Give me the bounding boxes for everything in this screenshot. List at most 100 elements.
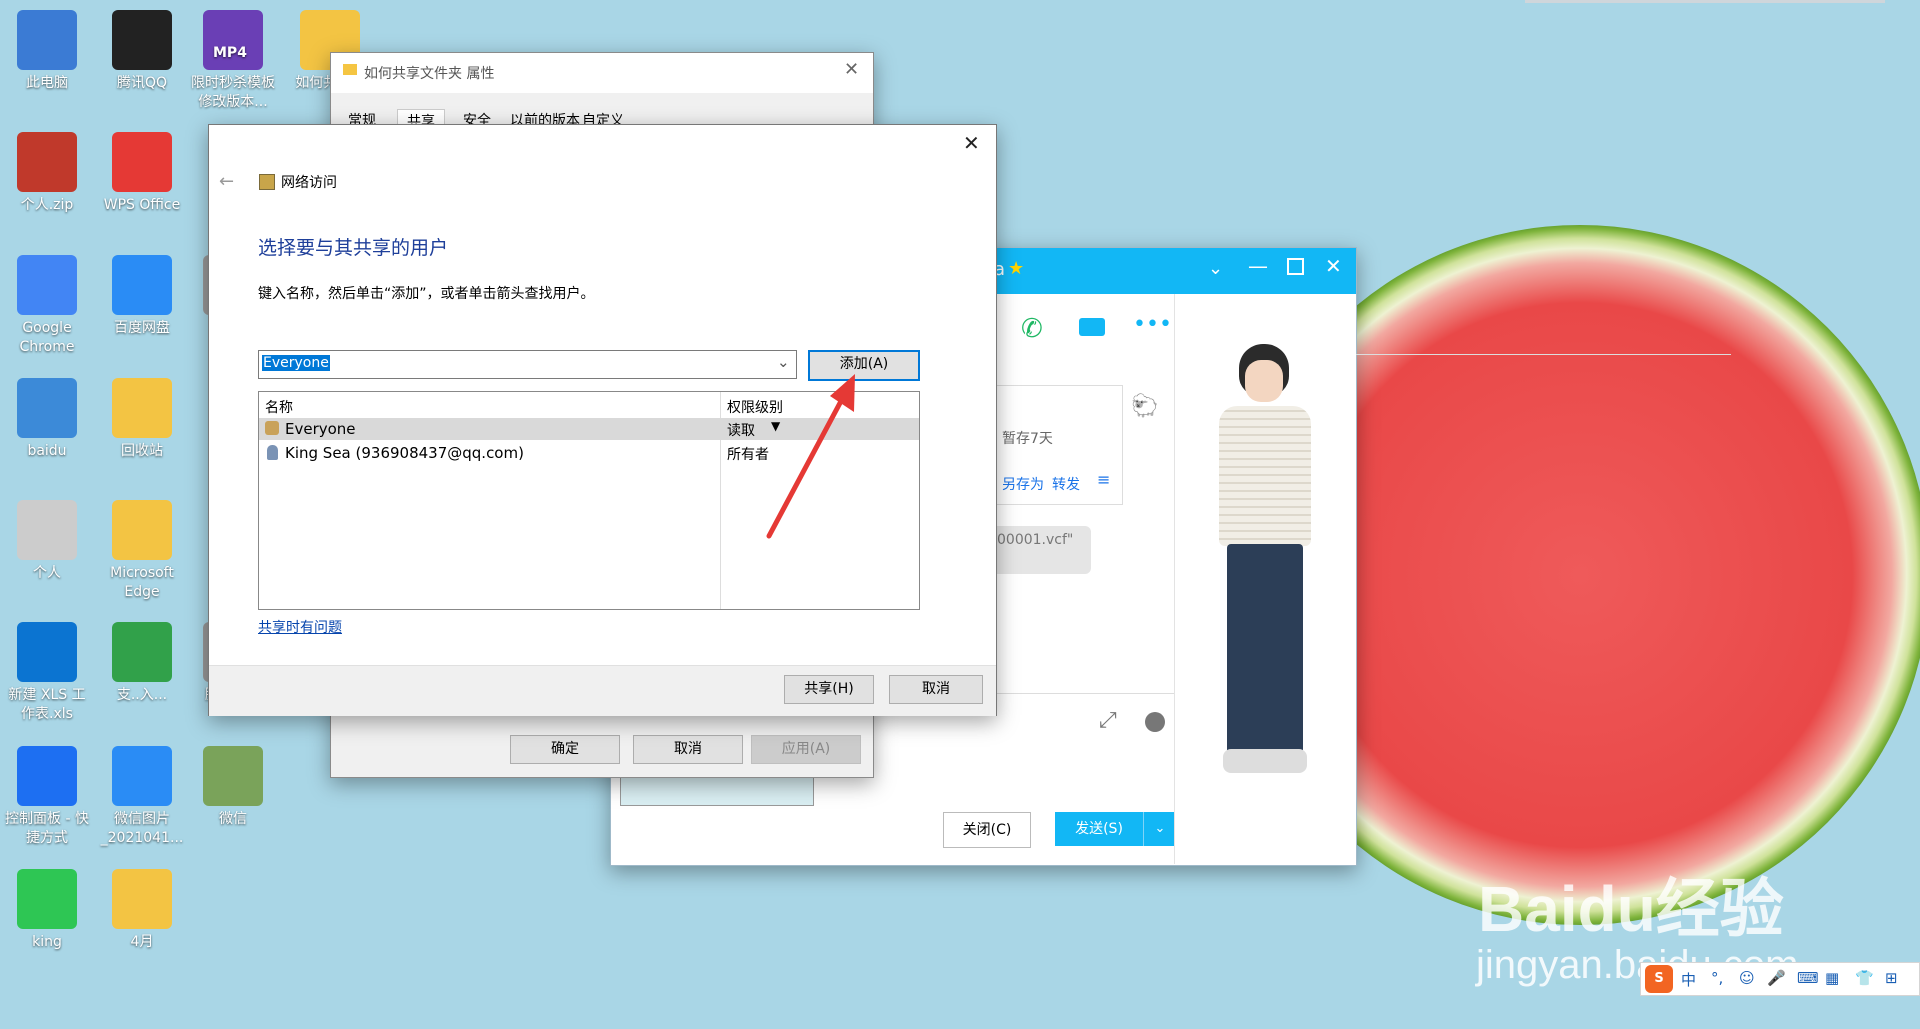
help-link[interactable]: 共享时有问题 (258, 617, 342, 637)
desktop-icon-baidu-netdisk[interactable]: 百度网盘 (97, 255, 187, 338)
desktop-icon-xls-file[interactable]: 新建 XLS 工作表.xls (2, 622, 92, 724)
wechat-icon (203, 746, 263, 806)
back-arrow-icon[interactable]: ← (219, 171, 234, 192)
dialog-instruction: 键入名称，然后单击“添加”，或者单击箭头查找用户。 (258, 286, 595, 302)
network-icon (259, 174, 275, 190)
arrow-head (830, 374, 855, 412)
combobox-chevron-icon[interactable]: ⌄ (777, 353, 790, 371)
desktop-icon-baidu[interactable]: baidu (2, 378, 92, 461)
desktop-icon-microsoft-edge[interactable]: Microsoft Edge (97, 500, 187, 602)
microsoft-edge-icon (112, 500, 172, 560)
tencent-qq-icon (112, 10, 172, 70)
king-icon (17, 869, 77, 929)
desktop-icon-april[interactable]: 4月 (97, 869, 187, 952)
chevron-down-icon[interactable]: ⌄ (1208, 258, 1223, 279)
more-icon[interactable]: ••• (1133, 312, 1172, 337)
desktop-icon-control-panel[interactable]: 控制面板 - 快捷方式 (2, 746, 92, 848)
desktop-icon-google-chrome[interactable]: Google Chrome (2, 255, 92, 357)
desktop-icon-personal-zip[interactable]: 个人.zip (2, 132, 92, 215)
wps-office-icon (112, 132, 172, 192)
xls-file-icon (17, 622, 77, 682)
history-icon[interactable] (1145, 712, 1165, 732)
punctuation-icon[interactable]: °, (1711, 969, 1723, 987)
forward-link[interactable]: 转发 (1052, 474, 1080, 494)
desktop-icon-this-pc[interactable]: 此电脑 (2, 10, 92, 93)
desktop-icon-label: 此电脑 (26, 75, 68, 91)
personal-icon (17, 500, 77, 560)
top-bar-edge (1525, 0, 1885, 3)
maximize-icon[interactable] (1287, 258, 1304, 275)
desktop-icon-wechat[interactable]: 微信 (188, 746, 278, 829)
desktop-icon-other[interactable]: 支..入... (97, 622, 187, 705)
ok-button[interactable]: 确定 (510, 735, 620, 764)
apply-button[interactable]: 应用(A) (751, 735, 861, 764)
avatar-shirt (1219, 406, 1311, 546)
desktop-icon-label: Microsoft Edge (110, 565, 174, 600)
network-access-dialog: ✕ ← 网络访问 选择要与其共享的用户 键入名称，然后单击“添加”，或者单击箭头… (208, 124, 997, 716)
desktop-icon-label: 百度网盘 (114, 320, 170, 336)
properties-titlebar: 如何共享文件夹 属性 ✕ (331, 53, 873, 93)
mp4-badge: MP4 (213, 45, 247, 61)
arrow-shaft (766, 385, 851, 539)
vcf-text: 00001.vcf" (997, 532, 1074, 548)
desktop-icon-wechat-image[interactable]: 微信图片_2021041... (97, 746, 187, 848)
desktop-icon-label: 限时秒杀模板修改版本... (191, 75, 275, 110)
desktop-icon-label: Google Chrome (19, 320, 75, 355)
watermark-brand: Baidu经验 (1478, 873, 1784, 945)
qq-close-button[interactable]: 关闭(C) (943, 812, 1031, 848)
microphone-icon[interactable]: 🎤 (1767, 969, 1786, 987)
desktop-icon-tencent-qq[interactable]: 腾讯QQ (97, 10, 187, 93)
grid-menu-icon[interactable]: ⊞ (1885, 969, 1898, 987)
personal-zip-icon (17, 132, 77, 192)
dialog-cancel-button[interactable]: 取消 (889, 675, 983, 704)
ime-toolbar: S 中 °, ☺ 🎤 ⌨ ▦ 👕 ⊞ (1640, 962, 1920, 996)
menu-icon[interactable]: ≡ (1097, 470, 1110, 489)
phone-icon[interactable]: ✆ (1021, 314, 1043, 344)
share-button[interactable]: 共享(H) (784, 675, 874, 704)
row-name: Everyone (285, 420, 356, 438)
annotation-arrow (766, 374, 855, 539)
chinese-mode-icon[interactable]: 中 (1681, 969, 1696, 990)
desktop-icon-mp4-file[interactable]: MP4 限时秒杀模板修改版本... (188, 10, 278, 112)
avatar-face (1245, 360, 1283, 402)
minimize-icon[interactable]: — (1248, 254, 1268, 278)
close-icon[interactable]: ✕ (1325, 254, 1342, 278)
desktop-icon-label: 新建 XLS 工作表.xls (8, 687, 86, 722)
save-as-link[interactable]: 另存为 (1002, 474, 1044, 494)
send-options-chevron-icon[interactable]: ⌄ (1143, 812, 1176, 846)
dialog-close-icon[interactable]: ✕ (963, 131, 980, 155)
cancel-button[interactable]: 取消 (633, 735, 743, 764)
desktop-icon-label: 腾讯QQ (116, 75, 168, 91)
row-permission[interactable]: 读取 (727, 420, 755, 440)
emoji-icon[interactable]: ☺ (1739, 969, 1755, 987)
keyboard-icon[interactable]: ⌨ (1797, 969, 1819, 987)
video-icon[interactable] (1079, 318, 1105, 336)
expand-icon[interactable]: ⤢ (1099, 708, 1117, 733)
desktop-icon-personal[interactable]: 个人 (2, 500, 92, 583)
user-input-text[interactable]: Everyone (262, 355, 330, 371)
skin-icon[interactable]: 👕 (1855, 969, 1874, 987)
google-chrome-icon (17, 255, 77, 315)
qq-send-button[interactable]: 发送(S) (1055, 812, 1143, 846)
user-combobox[interactable]: Everyone ⌄ (258, 350, 797, 379)
wechat-image-icon (112, 746, 172, 806)
desktop-icon-label: baidu (27, 443, 67, 459)
row-name: King Sea (936908437@qq.com) (285, 444, 524, 462)
desktop-icon-wps-office[interactable]: WPS Office (97, 132, 187, 215)
star-icon: ★ (1008, 258, 1025, 279)
baidu-icon (17, 378, 77, 438)
april-icon (112, 869, 172, 929)
sogou-ime-icon[interactable]: S (1645, 965, 1673, 993)
vcf-bubble: 00001.vcf" (991, 526, 1091, 574)
desktop-icon-recycle-bin[interactable]: 回收站 (97, 378, 187, 461)
other-icon (112, 622, 172, 682)
toolbox-icon[interactable]: ▦ (1825, 969, 1839, 987)
desktop-icon-label: 个人.zip (20, 197, 74, 213)
desktop-icon-label: 个人 (33, 565, 61, 581)
column-name: 名称 (265, 400, 293, 416)
mp4-file-icon: MP4 (203, 10, 263, 70)
desktop-icon-label: 微信 (219, 811, 247, 827)
folder-icon (343, 64, 357, 75)
desktop-icon-king[interactable]: king (2, 869, 92, 952)
properties-close-icon[interactable]: ✕ (844, 59, 859, 80)
